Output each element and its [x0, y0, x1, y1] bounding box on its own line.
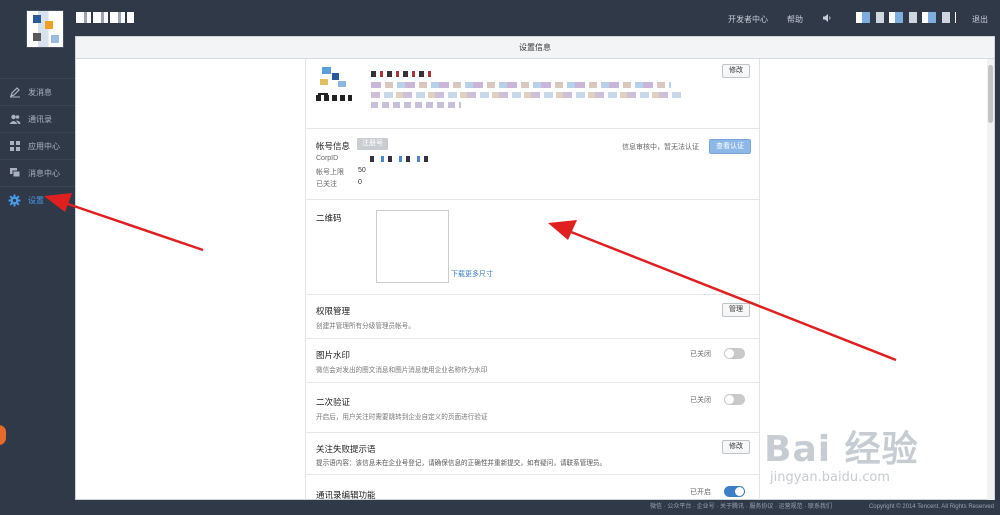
second-verify-state: 已关闭: [690, 397, 711, 404]
sidebar-item-send-message[interactable]: 发消息: [0, 78, 75, 105]
speaker-icon[interactable]: [822, 13, 832, 23]
image-watermark-desc: 微信会对发出的图文消息和图片消息使用企业名称作为水印: [316, 367, 488, 374]
profile-info-redacted: [371, 82, 671, 88]
profile-section: 修改: [306, 59, 759, 129]
settings-card: 修改 帐号信息 注册号 CorpID 帐号上限 50 已关注 0 信息审核中，暂…: [305, 59, 760, 501]
permission-desc: 创建并管理所有分级管理员帐号。: [316, 323, 415, 330]
pencil-icon: [8, 86, 21, 99]
contacts-edit-toggle[interactable]: [724, 486, 745, 497]
qrcode-section: 二维码 下载更多尺寸: [306, 200, 759, 295]
sidebar-item-label: 设置: [28, 195, 44, 205]
second-verify-toggle[interactable]: [724, 394, 745, 405]
registration-badge: 注册号: [357, 138, 388, 150]
copyright: Copyright © 2014 Tencent. All Rights Res…: [868, 504, 994, 510]
follow-fail-title: 关注失败提示语: [316, 444, 376, 454]
sidebar-item-message-center[interactable]: 消息中心: [0, 159, 75, 186]
account-limit-value: 50: [358, 167, 366, 174]
contacts-edit-state: 已开启: [690, 489, 711, 496]
user-name-redacted[interactable]: [856, 12, 956, 23]
top-bar: 开发者中心 帮助 退出: [0, 0, 1000, 48]
account-info-section: 帐号信息 注册号 CorpID 帐号上限 50 已关注 0 信息审核中，暂无法认…: [306, 129, 759, 200]
sidebar: 发消息 通讯录 应用中心 消息中心 设置: [0, 78, 75, 213]
baidu-jingyan-watermark: Bai 经验 jingyan.baidu.com: [764, 412, 994, 502]
sidebar-item-app-center[interactable]: 应用中心: [0, 132, 75, 159]
follow-fail-desc: 提示语内容：该信息未在企业号登记，请确保信息的正确性并重新提交，如有疑问，请联系…: [316, 460, 607, 467]
apps-icon: [8, 140, 21, 153]
panel-title: 设置信息: [76, 37, 994, 59]
profile-name-redacted: [371, 71, 431, 77]
watermark-brand: Bai 经验: [764, 429, 919, 470]
followed-label: 已关注: [316, 181, 337, 188]
second-verify-title: 二次验证: [316, 397, 351, 407]
profile-info-redacted: [316, 95, 352, 101]
image-watermark-section: 图片水印 微信会对发出的图文消息和图片消息使用企业名称作为水印 已关闭: [306, 339, 759, 383]
verify-status: 信息审核中，暂无法认证: [622, 144, 699, 151]
contacts-edit-section: 通讯录编辑功能 已开启: [306, 475, 759, 501]
follow-fail-section: 关注失败提示语 提示语内容：该信息未在企业号登记，请确保信息的正确性并重新提交，…: [306, 433, 759, 475]
profile-info-redacted: [371, 92, 681, 98]
footer: 微信 · 公众平台 · 企业号 · 关于腾讯 · 服务协议 · 运营规范 · 联…: [0, 500, 1000, 515]
sidebar-item-settings[interactable]: 设置: [0, 186, 75, 213]
contacts-icon: [8, 113, 21, 126]
second-verify-desc: 开启后，用户关注时需要跳转到企业自定义的页面进行验证: [316, 414, 488, 421]
sidebar-item-label: 消息中心: [28, 168, 60, 178]
sidebar-item-label: 发消息: [28, 87, 52, 97]
chat-icon: [8, 167, 21, 180]
download-sizes-link[interactable]: 下载更多尺寸: [451, 269, 493, 279]
gear-icon: [8, 194, 21, 207]
second-verify-section: 二次验证 开启后，用户关注时需要跳转到企业自定义的页面进行验证 已关闭: [306, 383, 759, 433]
image-watermark-title: 图片水印: [316, 350, 351, 360]
permission-title: 权限管理: [316, 306, 351, 316]
sidebar-item-label: 应用中心: [28, 141, 60, 151]
modify-follow-fail-button[interactable]: 修改: [722, 440, 750, 454]
footer-links[interactable]: 微信 · 公众平台 · 企业号 · 关于腾讯 · 服务协议 · 运营规范 · 联…: [650, 500, 832, 515]
corpid-label: CorpID: [316, 155, 339, 162]
qrcode-title: 二维码: [316, 213, 342, 223]
account-info-title: 帐号信息: [316, 141, 351, 151]
qrcode-image: [376, 210, 449, 283]
scrollbar-thumb[interactable]: [988, 65, 993, 123]
corp-name-redacted: [76, 12, 134, 23]
corpid-value-redacted: [370, 156, 430, 162]
image-watermark-state: 已关闭: [690, 351, 711, 358]
view-verification-button[interactable]: 查看认证: [709, 139, 751, 154]
manage-button[interactable]: 管理: [722, 303, 750, 317]
sidebar-item-contacts[interactable]: 通讯录: [0, 105, 75, 132]
dev-center-link[interactable]: 开发者中心: [728, 14, 768, 25]
followed-value: 0: [358, 179, 362, 186]
account-limit-label: 帐号上限: [316, 169, 344, 176]
feedback-tab[interactable]: [0, 425, 6, 445]
profile-info-redacted: [371, 102, 461, 108]
permission-section: 权限管理 创建并管理所有分级管理员帐号。 管理: [306, 295, 759, 339]
watermark-url: jingyan.baidu.com: [770, 470, 890, 485]
modify-profile-button[interactable]: 修改: [722, 64, 750, 78]
sidebar-item-label: 通讯录: [28, 114, 52, 124]
help-link[interactable]: 帮助: [787, 14, 803, 25]
corp-logo[interactable]: [26, 10, 64, 48]
image-watermark-toggle[interactable]: [724, 348, 745, 359]
logout-link[interactable]: 退出: [972, 14, 988, 25]
